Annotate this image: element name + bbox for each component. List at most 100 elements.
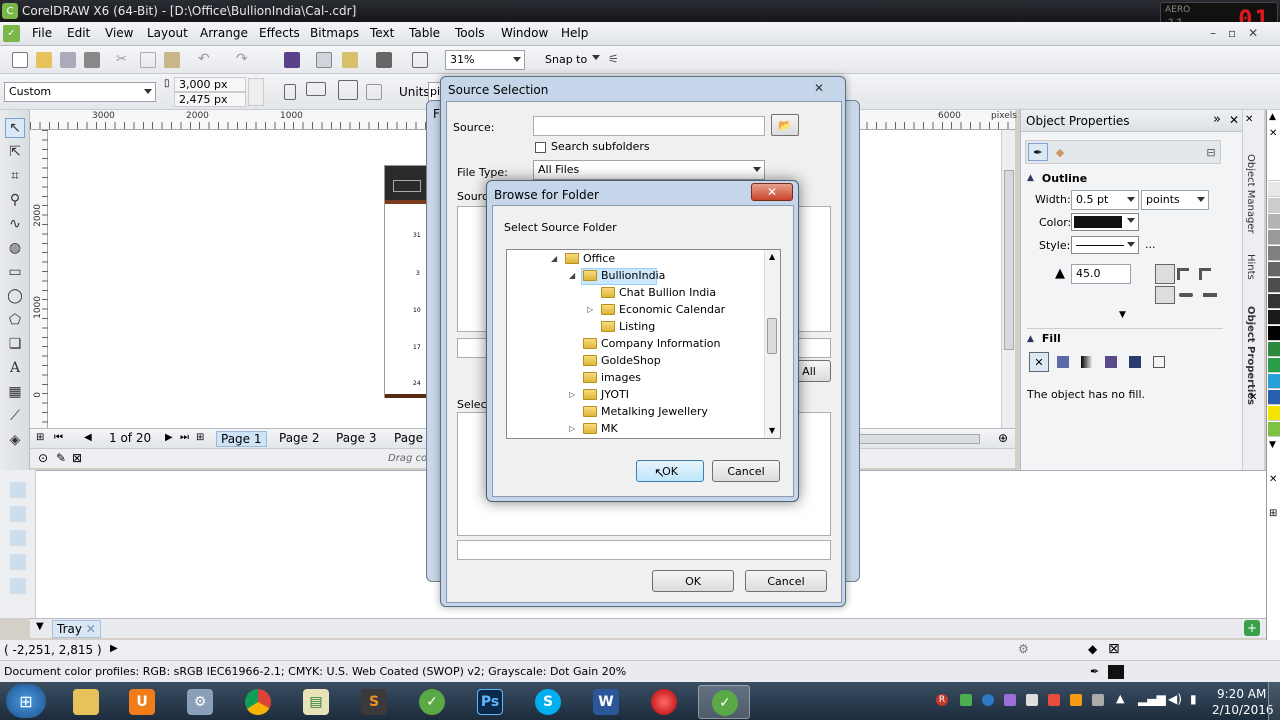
open-folder-icon[interactable] — [36, 52, 52, 68]
color-swatch[interactable] — [1268, 326, 1280, 341]
polygon-tool-icon[interactable]: ⬠ — [5, 310, 25, 330]
color-swatch[interactable] — [1268, 342, 1280, 357]
show-desktop-button[interactable] — [1268, 682, 1280, 720]
color-swatch[interactable] — [1268, 198, 1280, 213]
source-ok-button[interactable]: OK — [652, 570, 734, 592]
tree-node-mk[interactable]: ▷ MK — [569, 421, 771, 438]
close-icon[interactable]: ✕ — [86, 622, 96, 636]
source-path-input[interactable] — [533, 116, 765, 136]
save-icon[interactable] — [60, 52, 76, 68]
color-swatch[interactable] — [1268, 294, 1280, 309]
tree-node-goldeshop[interactable]: GoldeShop — [569, 353, 771, 370]
fill-tab-icon[interactable]: ◆ — [1050, 143, 1070, 161]
all-pages-icon[interactable] — [338, 80, 358, 100]
menu-arrange[interactable]: Arrange — [200, 26, 248, 40]
next-page-icon[interactable]: ▶ — [165, 432, 173, 443]
tree-scrollbar[interactable]: ▲ ▼ — [764, 250, 780, 438]
miter-limit-field[interactable]: 45.0 — [1071, 264, 1131, 284]
menu-layout[interactable]: Layout — [147, 26, 188, 40]
menu-text[interactable]: Text — [370, 26, 394, 40]
options-icon[interactable]: ⚟ — [608, 52, 624, 68]
scroll-thumb[interactable] — [1004, 170, 1014, 350]
taskbar-word[interactable]: W — [580, 685, 632, 719]
color-swatch[interactable] — [1268, 214, 1280, 229]
source-cancel-button[interactable]: Cancel — [745, 570, 827, 592]
tab-object-properties[interactable]: Object Properties — [1245, 306, 1256, 405]
battery-icon[interactable]: ▮ — [1190, 692, 1197, 706]
expand-more-icon[interactable]: ▼ — [1119, 310, 1126, 320]
outline-style-more-button[interactable]: ... — [1145, 238, 1156, 251]
color-swatch[interactable] — [1268, 278, 1280, 293]
crop-tool-icon[interactable]: ⌗ — [5, 166, 25, 186]
color-swatch[interactable] — [1268, 310, 1280, 325]
taskbar-explorer[interactable] — [60, 685, 112, 719]
cut-icon[interactable]: ✂ — [116, 52, 132, 68]
taskbar-clock-date[interactable]: 2/10/2016 — [1212, 703, 1274, 717]
tray-tab[interactable]: Tray ✕ — [52, 620, 101, 638]
docker-collapse-icon[interactable]: » — [1213, 112, 1221, 127]
docker-close-icon[interactable]: ✕ — [1245, 114, 1253, 125]
start-button[interactable]: ⊞ — [6, 684, 46, 718]
menu-help[interactable]: Help — [561, 26, 588, 40]
corner-miter-icon[interactable] — [1155, 264, 1175, 284]
menu-window[interactable]: Window — [501, 26, 548, 40]
palette-scroll-down-icon[interactable]: ▼ — [1269, 440, 1276, 450]
application-launcher-icon[interactable] — [376, 52, 392, 68]
collapsed-arrow-icon[interactable]: ▷ — [569, 390, 575, 399]
shape-tool-icon[interactable]: ⇱ — [5, 142, 25, 162]
menu-view[interactable]: View — [105, 26, 133, 40]
show-hidden-icons-icon[interactable]: ▲ — [1116, 692, 1124, 705]
docker-options-icon[interactable]: ⊟ — [1202, 143, 1220, 161]
interactive-fill-tool-icon[interactable]: ◈ — [5, 430, 25, 450]
uniform-fill-icon[interactable] — [1057, 356, 1069, 368]
expand-arrow-icon[interactable]: ▶ — [110, 643, 118, 654]
add-page-after-icon[interactable]: ⊞ — [196, 432, 204, 443]
corner-round-icon[interactable] — [1177, 268, 1189, 280]
outline-section-header[interactable]: ▲ Outline — [1027, 168, 1223, 188]
style-dropdown-icon[interactable] — [1127, 242, 1135, 247]
source-dialog-close-button[interactable]: ✕ — [799, 79, 839, 97]
no-color-swatch-icon[interactable]: ✕ — [1269, 128, 1277, 139]
table-tool-icon[interactable]: ▦ — [5, 382, 25, 402]
landscape-icon[interactable] — [306, 82, 326, 96]
corner-bevel-icon[interactable] — [1199, 268, 1211, 280]
tree-node-office[interactable]: ◢ Office — [551, 251, 771, 268]
add-page-icon[interactable]: ⊞ — [36, 432, 44, 443]
color-swatch[interactable] — [1268, 358, 1280, 373]
line-cap-butt-icon[interactable] — [1155, 286, 1175, 304]
pick-tool-icon[interactable]: ↖ — [5, 118, 25, 138]
volume-icon[interactable]: ◀) — [1168, 692, 1182, 706]
dimension-tool-icon[interactable]: ⟋ — [5, 406, 25, 426]
tray-tool-icon[interactable] — [10, 530, 26, 546]
size-spinner[interactable] — [248, 78, 264, 106]
docker-close-icon[interactable]: ✕ — [1229, 113, 1239, 127]
taskbar-excel[interactable]: ▤ — [290, 685, 342, 719]
browse-ok-button[interactable]: OK — [636, 460, 704, 482]
tree-node-metalking-jewellery[interactable]: Metalking Jewellery — [569, 404, 771, 421]
outline-units-combo[interactable]: points — [1141, 190, 1209, 210]
scroll-up-icon[interactable]: ▲ — [769, 252, 775, 261]
tray-tool-icon[interactable] — [10, 506, 26, 522]
scroll-thumb[interactable] — [767, 318, 777, 354]
tab-page-3[interactable]: Page 3 — [332, 431, 381, 447]
welcome-screen-icon[interactable] — [412, 52, 428, 68]
tree-node-chat-bullion-india[interactable]: Chat Bullion India — [587, 285, 771, 302]
ellipse-tool-icon[interactable]: ◯ — [5, 286, 25, 306]
tree-node-images[interactable]: images — [569, 370, 771, 387]
line-cap-square-icon[interactable] — [1203, 293, 1217, 297]
zoom-level-combo[interactable]: 31% — [445, 50, 525, 70]
docker-close-icon[interactable]: ✕ — [1249, 392, 1257, 403]
tree-node-jyoti[interactable]: ▷ JYOTI — [569, 387, 771, 404]
import-icon[interactable] — [284, 52, 300, 68]
portrait-icon[interactable] — [284, 84, 296, 100]
line-cap-round-icon[interactable] — [1179, 293, 1193, 297]
tab-object-manager[interactable]: Object Manager — [1245, 154, 1256, 234]
basic-shapes-tool-icon[interactable]: ❏ — [5, 334, 25, 354]
document-page[interactable]: 31 3 10 17 24 — [384, 165, 429, 398]
export-icon[interactable] — [316, 52, 332, 68]
fill-section-header[interactable]: ▲ Fill — [1027, 328, 1223, 348]
tree-node-company-information[interactable]: Company Information — [569, 336, 771, 353]
color-swatch[interactable] — [1268, 374, 1280, 389]
color-swatch[interactable] — [1268, 166, 1280, 181]
previous-page-icon[interactable]: ◀ — [84, 432, 92, 443]
